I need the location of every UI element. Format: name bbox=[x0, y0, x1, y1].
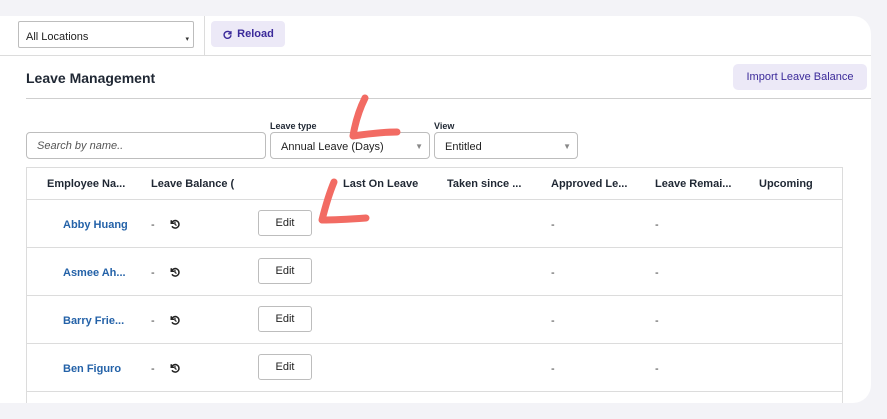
history-icon[interactable] bbox=[169, 266, 181, 278]
title-divider bbox=[26, 98, 871, 99]
caret-down-icon: ▾ bbox=[185, 36, 189, 43]
edit-button[interactable]: Edit bbox=[258, 354, 312, 380]
leave-type-select[interactable]: Annual Leave (Days) ▼ bbox=[270, 132, 430, 159]
leave-type-value: Annual Leave (Days) bbox=[281, 141, 384, 153]
view-label: View bbox=[434, 121, 455, 131]
reload-button[interactable]: Reload bbox=[211, 21, 285, 47]
column-header-approved-leave[interactable]: Approved Le... bbox=[551, 178, 627, 190]
leave-remaining-value: - bbox=[655, 363, 659, 375]
column-header-leave-remaining[interactable]: Leave Remai... bbox=[655, 178, 731, 190]
column-header-leave-balance[interactable]: Leave Balance ( bbox=[151, 178, 234, 190]
column-header-last-on-leave[interactable]: Last On Leave bbox=[343, 178, 418, 190]
leave-remaining-value: - bbox=[655, 315, 659, 327]
history-icon[interactable] bbox=[169, 218, 181, 230]
caret-down-icon: ▼ bbox=[563, 142, 571, 151]
page-title: Leave Management bbox=[26, 70, 156, 86]
search-input[interactable] bbox=[26, 132, 266, 159]
table-row: Barry Frie... - Edit - - bbox=[27, 296, 842, 344]
refresh-icon bbox=[223, 30, 232, 39]
table-row: Abby Huang - Edit - - bbox=[27, 200, 842, 248]
toolbar-divider bbox=[204, 16, 205, 56]
employee-name-link[interactable]: Barry Frie... bbox=[63, 315, 124, 327]
main-card: All Locations ▾ Reload Leave Management … bbox=[0, 16, 871, 403]
top-toolbar: All Locations ▾ Reload bbox=[0, 16, 871, 56]
approved-leave-value: - bbox=[551, 363, 555, 375]
approved-leave-value: - bbox=[551, 219, 555, 231]
import-leave-balance-button[interactable]: Import Leave Balance bbox=[733, 64, 867, 90]
leave-balance-value: - bbox=[151, 267, 155, 279]
history-icon[interactable] bbox=[169, 362, 181, 374]
history-icon[interactable] bbox=[169, 314, 181, 326]
column-header-employee[interactable]: Employee Na... bbox=[47, 178, 125, 190]
approved-leave-value: - bbox=[551, 315, 555, 327]
edit-button[interactable]: Edit bbox=[258, 306, 312, 332]
view-value: Entitled bbox=[445, 141, 482, 153]
edit-button[interactable]: Edit bbox=[258, 258, 312, 284]
table-header: Employee Na... Leave Balance ( Last On L… bbox=[27, 168, 842, 200]
edit-button[interactable]: Edit bbox=[258, 210, 312, 236]
leave-remaining-value: - bbox=[655, 267, 659, 279]
leave-balance-value: - bbox=[151, 363, 155, 375]
leave-balance-value: - bbox=[151, 219, 155, 231]
leave-balance-value: - bbox=[151, 315, 155, 327]
leave-type-label: Leave type bbox=[270, 121, 317, 131]
caret-down-icon: ▼ bbox=[415, 142, 423, 151]
column-header-taken-since[interactable]: Taken since ... bbox=[447, 178, 521, 190]
reload-button-label: Reload bbox=[237, 28, 274, 40]
employee-name-link[interactable]: Abby Huang bbox=[63, 219, 128, 231]
employee-name-link[interactable]: Asmee Ah... bbox=[63, 267, 126, 279]
table-row: Asmee Ah... - Edit - - bbox=[27, 248, 842, 296]
leave-table: Employee Na... Leave Balance ( Last On L… bbox=[26, 167, 843, 403]
view-select[interactable]: Entitled ▼ bbox=[434, 132, 578, 159]
leave-remaining-value: - bbox=[655, 219, 659, 231]
location-select[interactable]: All Locations ▾ bbox=[18, 21, 194, 48]
location-select-value: All Locations bbox=[26, 31, 89, 43]
column-header-upcoming[interactable]: Upcoming bbox=[759, 178, 813, 190]
table-row: Ben Figuro - Edit - - bbox=[27, 344, 842, 392]
approved-leave-value: - bbox=[551, 267, 555, 279]
employee-name-link[interactable]: Ben Figuro bbox=[63, 363, 121, 375]
